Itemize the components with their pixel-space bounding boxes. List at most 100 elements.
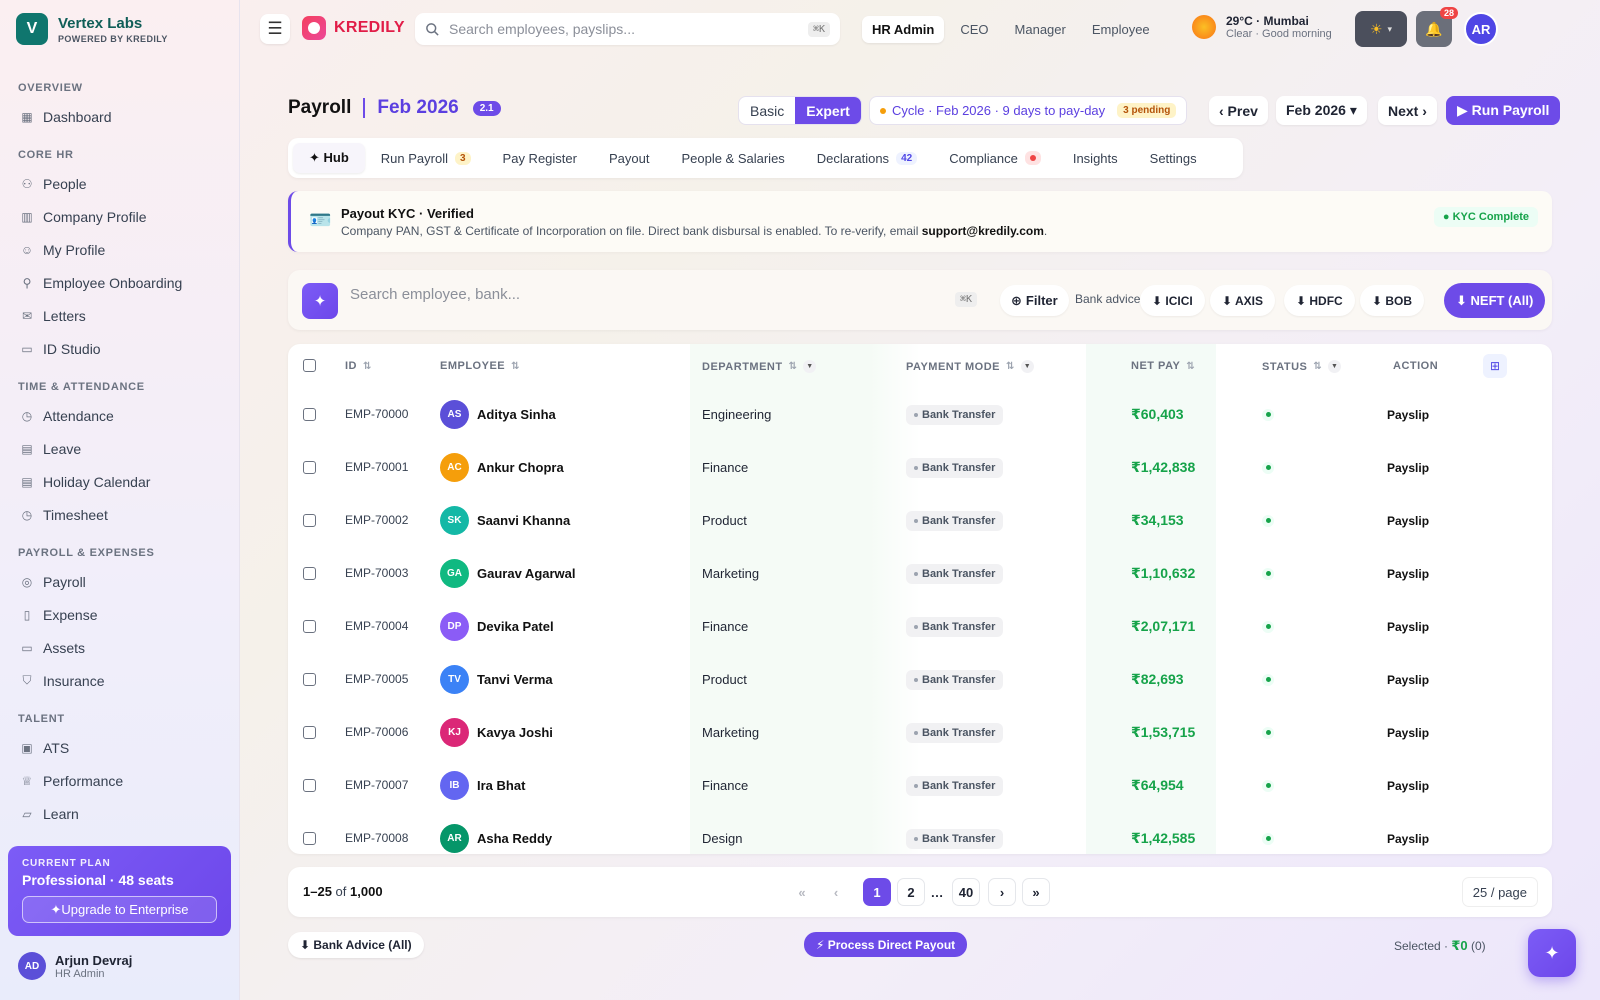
tab[interactable]: People & Salaries <box>665 143 800 173</box>
sidebar-item[interactable]: ☆Pr...k XP <box>0 830 240 838</box>
prev-page-icon[interactable]: ‹ <box>822 878 850 906</box>
employee-cell[interactable]: TV Tanvi Verma <box>440 653 553 706</box>
employee-cell[interactable]: AC Ankur Chopra <box>440 441 564 494</box>
sort-icon[interactable]: ⇅ <box>789 361 798 372</box>
row-checkbox[interactable] <box>303 832 316 845</box>
period-select[interactable]: Feb 2026 ▾ <box>1276 96 1367 125</box>
col-payment-mode[interactable]: PAYMENT MODE ⇅ ▼ <box>906 360 1034 373</box>
col-status[interactable]: STATUS ⇅ ▼ <box>1262 360 1342 373</box>
row-checkbox[interactable] <box>303 514 316 527</box>
employee-cell[interactable]: DP Devika Patel <box>440 600 554 653</box>
sidebar-item[interactable]: ▭ ID Studio <box>0 332 240 365</box>
brand[interactable]: V Vertex Labs POWERED BY KREDILY <box>16 13 168 45</box>
theme-toggle[interactable]: ☀ ▾ <box>1355 11 1407 47</box>
sidebar-item[interactable]: ⚲ Employee Onboarding <box>0 266 240 299</box>
user-avatar[interactable]: AR <box>1464 12 1498 46</box>
sort-icon[interactable]: ⇅ <box>363 361 372 372</box>
payslip-button[interactable]: Payslip <box>1379 457 1437 479</box>
payslip-button[interactable]: Payslip <box>1379 616 1437 638</box>
tab[interactable]: ✦ Hub <box>293 143 365 173</box>
sidebar-item[interactable]: ♕ Performance <box>0 764 240 797</box>
upgrade-button[interactable]: ✦Upgrade to Enterprise <box>22 896 217 923</box>
neft-all-button[interactable]: ⬇ NEFT (All) <box>1444 283 1546 318</box>
payslip-button[interactable]: Payslip <box>1379 669 1437 691</box>
sidebar-item[interactable]: ▥ Company Profile <box>0 200 240 233</box>
payslip-button[interactable]: Payslip <box>1379 775 1437 797</box>
sort-icon[interactable]: ⇅ <box>511 361 520 372</box>
page-1[interactable]: 1 <box>863 878 891 906</box>
next-page-icon[interactable]: › <box>988 878 1016 906</box>
select-all-checkbox[interactable] <box>303 359 316 372</box>
role-tab[interactable]: HR Admin <box>862 16 945 43</box>
notifications-button[interactable]: 🔔 28 <box>1416 7 1458 47</box>
row-checkbox[interactable] <box>303 620 316 633</box>
payslip-button[interactable]: Payslip <box>1379 722 1437 744</box>
sidebar-item[interactable]: ◷ Timesheet <box>0 498 240 531</box>
sort-icon[interactable]: ⇅ <box>1313 361 1322 372</box>
global-search[interactable]: ⌘K <box>415 13 840 45</box>
mode-option[interactable]: Expert <box>795 97 861 124</box>
bank-advice-button[interactable]: ⬇ AXIS <box>1210 285 1275 316</box>
row-checkbox[interactable] <box>303 408 316 421</box>
tab[interactable]: Run Payroll 3 <box>365 143 487 173</box>
payslip-button[interactable]: Payslip <box>1379 510 1437 532</box>
sidebar-item[interactable]: ⚇ People <box>0 167 240 200</box>
run-payroll-button[interactable]: ▶ Run Payroll <box>1446 96 1561 125</box>
sidebar-item[interactable]: ▭ Assets <box>0 631 240 664</box>
employee-cell[interactable]: KJ Kavya Joshi <box>440 706 553 759</box>
next-button[interactable]: Next › <box>1378 96 1437 125</box>
global-search-input[interactable] <box>449 21 799 37</box>
sidebar-item[interactable]: ▯ Expense <box>0 598 240 631</box>
col-id[interactable]: ID ⇅ <box>345 360 372 372</box>
payslip-button[interactable]: Payslip <box>1379 828 1437 850</box>
support-email-link[interactable]: support@kredily.com <box>922 224 1044 238</box>
sort-icon[interactable]: ⇅ <box>1186 361 1195 372</box>
tab[interactable]: Payout <box>593 143 665 173</box>
col-department[interactable]: DEPARTMENT ⇅ ▼ <box>702 360 817 373</box>
sidebar-item[interactable]: ☺ My Profile <box>0 233 240 266</box>
sidebar-item[interactable]: ▣ ATS <box>0 731 240 764</box>
filter-button[interactable]: ⊕ Filter <box>1000 285 1069 316</box>
prev-button[interactable]: ‹ Prev <box>1209 96 1268 125</box>
sidebar-item[interactable]: ◷ Attendance <box>0 399 240 432</box>
assistant-sparkle-icon[interactable]: ✦ <box>1528 929 1576 977</box>
bank-advice-button[interactable]: ⬇ HDFC <box>1284 285 1355 316</box>
user-profile[interactable]: AD Arjun Devraj HR Admin <box>18 952 132 980</box>
sidebar-item[interactable]: ▤ Holiday Calendar <box>0 465 240 498</box>
per-page-select[interactable]: 25 / page <box>1461 877 1538 907</box>
employee-cell[interactable]: AS Aditya Sinha <box>440 388 556 441</box>
role-tab[interactable]: Manager <box>1005 16 1076 43</box>
col-employee[interactable]: EMPLOYEE ⇅ <box>440 360 520 372</box>
tab[interactable]: Declarations 42 <box>801 143 933 173</box>
sidebar-item[interactable]: ◎ Payroll <box>0 565 240 598</box>
bank-advice-button[interactable]: ⬇ ICICI <box>1140 285 1205 316</box>
role-tab[interactable]: Employee <box>1082 16 1160 43</box>
filter-dropdown-icon[interactable]: ▼ <box>1328 360 1342 373</box>
sidebar-item[interactable]: ▤ Leave <box>0 432 240 465</box>
payslip-button[interactable]: Payslip <box>1379 404 1437 426</box>
role-tab[interactable]: CEO <box>950 16 998 43</box>
product-logo[interactable]: KREDILY <box>302 16 405 40</box>
last-page-icon[interactable]: » <box>1022 878 1050 906</box>
first-page-icon[interactable]: « <box>788 878 816 906</box>
menu-icon[interactable]: ☰ <box>260 14 290 44</box>
tab[interactable]: Insights <box>1057 143 1134 173</box>
sparkle-icon[interactable]: ✦ <box>302 283 338 319</box>
bank-advice-button[interactable]: ⬇ BOB <box>1360 285 1425 316</box>
filter-dropdown-icon[interactable]: ▼ <box>1020 360 1034 373</box>
sort-icon[interactable]: ⇅ <box>1006 361 1015 372</box>
cycle-status[interactable]: Cycle · Feb 2026 · 9 days to pay-day 3 p… <box>869 96 1188 125</box>
row-checkbox[interactable] <box>303 779 316 792</box>
row-checkbox[interactable] <box>303 673 316 686</box>
employee-cell[interactable]: SK Saanvi Khanna <box>440 494 570 547</box>
columns-icon[interactable]: ⊞ <box>1483 354 1507 378</box>
sidebar-item[interactable]: ▦ Dashboard <box>0 100 240 133</box>
sidebar-item[interactable]: ⛉ Insurance <box>0 664 240 697</box>
employee-cell[interactable]: GA Gaurav Agarwal <box>440 547 576 600</box>
bank-advice-all-button[interactable]: ⬇ Bank Advice (All) <box>288 932 424 958</box>
row-checkbox[interactable] <box>303 461 316 474</box>
page-40[interactable]: 40 <box>952 878 980 906</box>
mode-option[interactable]: Basic <box>739 97 795 124</box>
tab[interactable]: Pay Register <box>487 143 593 173</box>
employee-search-input[interactable] <box>350 286 870 303</box>
